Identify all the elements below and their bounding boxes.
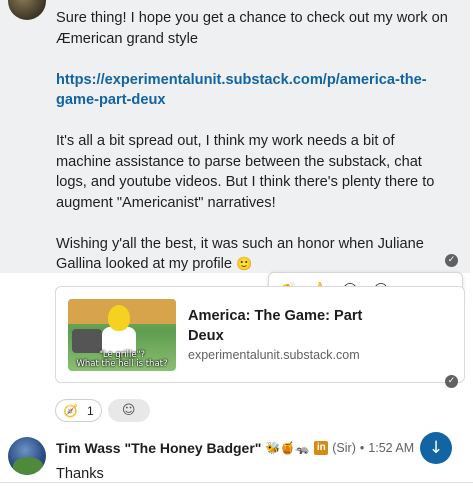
message-block: Sure thing! I hope you get a chance to c… — [0, 0, 470, 273]
message-header: Tim Wass "The Honey Badger" 🐝🍯🦡 in (Sir)… — [56, 440, 414, 456]
reaction-pill[interactable]: 🧭 1 — [55, 399, 102, 422]
author-name[interactable]: Tim Wass "The Honey Badger" — [56, 440, 261, 456]
thumbnail-caption-line: What the hell is that? — [76, 359, 168, 369]
avatar[interactable] — [8, 0, 46, 20]
divider — [0, 482, 473, 483]
add-reaction-button[interactable]: ☺ — [107, 399, 150, 422]
link-preview-card[interactable]: "Le grille"? What the hell is that? Amer… — [55, 286, 465, 383]
message-body: Sure thing! I hope you get a chance to c… — [56, 8, 451, 275]
message-paragraph: Sure thing! I hope you get a chance to c… — [56, 10, 448, 47]
sent-check-icon: ✓ — [445, 254, 458, 267]
avatar[interactable] — [8, 437, 46, 475]
message-timestamp[interactable]: 1:52 AM — [368, 441, 414, 455]
compass-emoji-icon: 🧭 — [63, 403, 78, 418]
link-preview-domain: experimentalunit.substack.com — [188, 348, 360, 362]
arrow-down-icon: ↓ — [428, 438, 444, 458]
link-preview-thumbnail[interactable]: "Le grille"? What the hell is that? — [68, 299, 176, 371]
reaction-bar: 🧭 1 ☺ — [55, 399, 150, 422]
status-emoji-icon: 🐝🍯🦡 — [265, 441, 311, 455]
slight-smile-emoji-icon: 🙂 — [236, 256, 253, 271]
sent-check-icon: ✓ — [445, 375, 458, 388]
reaction-count: 1 — [86, 403, 94, 418]
author-pronoun: (Sir) — [332, 441, 356, 455]
message-link[interactable]: https://experimentalunit.substack.com/p/… — [56, 72, 427, 109]
link-preview-title[interactable]: America: The Game: Part Deux — [188, 306, 388, 346]
message-text: Thanks — [56, 466, 104, 482]
avatar-image-detail — [13, 457, 43, 475]
scroll-to-bottom-button[interactable]: ↓ — [420, 432, 452, 464]
thumbnail-grill — [72, 329, 102, 353]
thumbnail-caption: "Le grille"? What the hell is that? — [68, 351, 176, 369]
message-paragraph: Wishing y'all the best, it was such an h… — [56, 234, 451, 275]
meta-separator: • — [359, 441, 365, 455]
thumbnail-figure-head — [108, 305, 130, 331]
message-paragraph: It's all a bit spread out, I think my wo… — [56, 133, 435, 211]
linkedin-icon: in — [314, 441, 329, 455]
